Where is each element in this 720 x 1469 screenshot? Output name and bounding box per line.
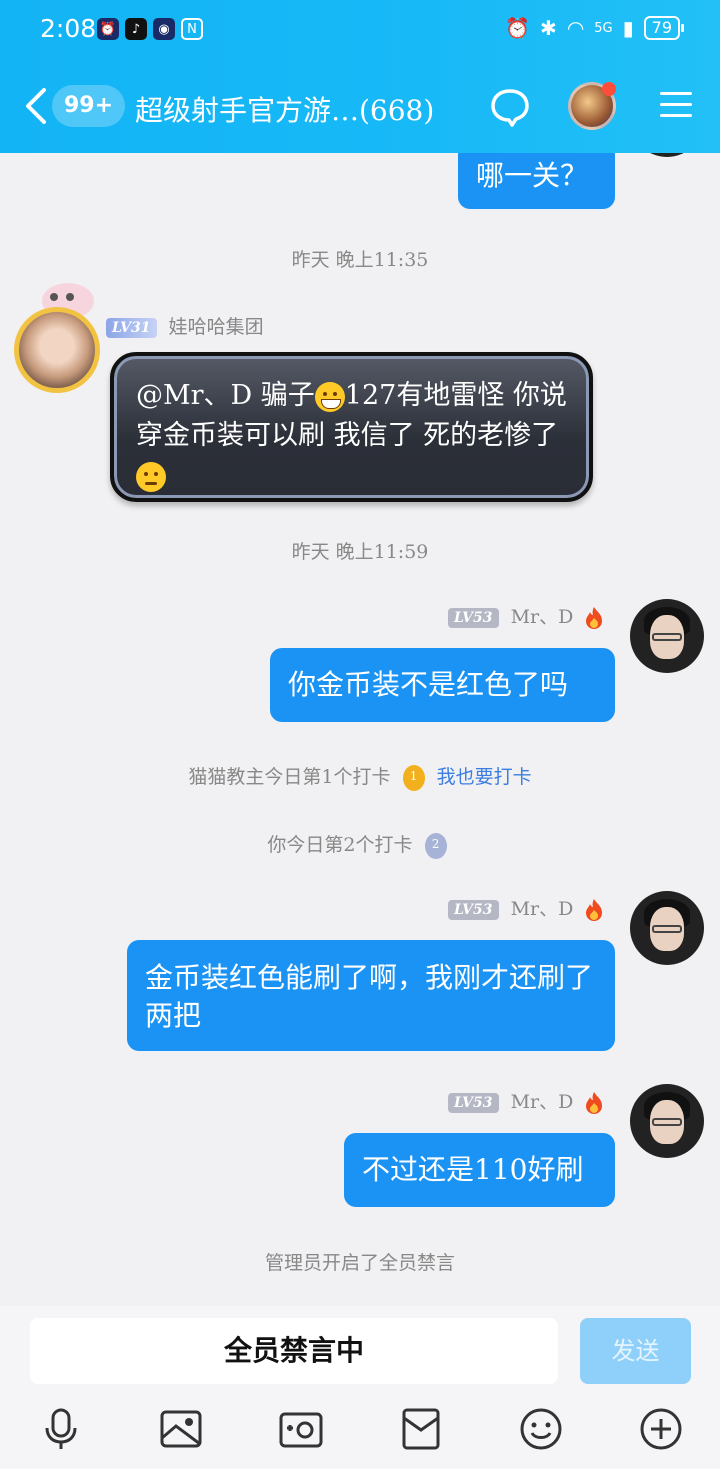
unread-count-badge[interactable]: 99+: [52, 85, 126, 127]
message-bubble[interactable]: 哪一关？: [458, 153, 615, 209]
message-bubble[interactable]: 你金币装不是红色了吗: [270, 648, 615, 722]
status-time: 2:08: [40, 14, 97, 43]
group-title[interactable]: 超级射手官方游…(668): [135, 89, 434, 129]
message-text: @Mr、D 骗子: [136, 380, 315, 411]
camera-icon[interactable]: [278, 1406, 324, 1452]
group-avatar[interactable]: [568, 82, 616, 130]
battery-icon: 79: [643, 16, 685, 40]
sender-name[interactable]: Mr、D: [511, 606, 574, 628]
message-text: 金币装红色能刷了啊，我刚才还刷了两把: [145, 961, 594, 1032]
microphone-icon[interactable]: [38, 1406, 84, 1452]
sender-name[interactable]: 娃哈哈集团: [169, 316, 264, 338]
fire-icon: [586, 1092, 603, 1114]
back-arrow-icon[interactable]: [22, 86, 52, 126]
wifi-icon: ◠: [566, 16, 585, 40]
notification-icons: ⏰ ♪ ◉ N: [97, 18, 203, 40]
app-notification-icon: ◉: [153, 18, 175, 40]
mute-notice: 管理员开启了全员禁言: [264, 1252, 455, 1274]
avatar[interactable]: [630, 599, 704, 673]
top-bar: 2:08 ⏰ ♪ ◉ N ⏰ ✱ ◠ 5G ▮ 79 99+ 超级射手官方游…(…: [0, 0, 720, 153]
system-indicators: ⏰ ✱ ◠ 5G ▮ 79: [505, 16, 685, 40]
checkin-notice: 猫猫教主今日第1个打卡 1 我也要打卡: [0, 762, 720, 791]
emoji-icon[interactable]: [518, 1406, 564, 1452]
red-packet-icon[interactable]: [398, 1406, 444, 1452]
fire-icon: [586, 899, 603, 921]
level-badge: LV53: [448, 608, 499, 628]
message-bubble[interactable]: 金币装红色能刷了啊，我刚才还刷了两把: [127, 940, 615, 1051]
signal-icon: ▮: [622, 16, 634, 40]
level-badge: LV53: [448, 900, 499, 920]
checkin-rank: 1: [409, 769, 418, 783]
checkin-rank: 2: [431, 837, 440, 851]
message-text: 你金币装不是红色了吗: [288, 668, 569, 701]
network-type: 5G: [594, 20, 613, 36]
message-bubble[interactable]: 不过还是110好刷: [344, 1133, 615, 1207]
tiktok-icon: ♪: [125, 18, 147, 40]
sender-info: LV53 Mr、D: [448, 602, 605, 630]
new-dot-badge: [602, 82, 616, 96]
level-badge: LV31: [106, 318, 157, 338]
input-toolbar: [0, 1406, 720, 1458]
medal-gold-icon: 1: [402, 765, 425, 791]
chat-bubble-icon[interactable]: [490, 87, 530, 127]
send-button[interactable]: 发送: [580, 1318, 691, 1384]
message-text: 不过还是110好刷: [362, 1153, 584, 1186]
checkin-text: 你今日第2个打卡: [267, 834, 413, 856]
grin-emoji-icon: [314, 381, 345, 412]
image-icon[interactable]: [158, 1406, 204, 1452]
plus-icon[interactable]: [638, 1406, 684, 1452]
sender-name[interactable]: Mr、D: [511, 898, 574, 920]
sender-info: LV31 娃哈哈集团: [106, 312, 264, 339]
nfc-icon: N: [181, 18, 203, 40]
sender-info: LV53 Mr、D: [448, 1087, 605, 1115]
avatar[interactable]: [630, 891, 704, 965]
sender-name[interactable]: Mr、D: [511, 1091, 574, 1113]
message-text: 哪一关？: [476, 159, 589, 192]
bluetooth-icon: ✱: [540, 16, 557, 40]
checkin-notice: 你今日第2个打卡 2: [0, 830, 720, 859]
level-badge: LV53: [448, 1093, 499, 1113]
alarm-app-icon: ⏰: [97, 18, 119, 40]
sender-info: LV53 Mr、D: [448, 894, 605, 922]
checkin-link[interactable]: 我也要打卡: [437, 766, 532, 788]
status-bar: 2:08 ⏰ ♪ ◉ N ⏰ ✱ ◠ 5G ▮ 79: [0, 0, 720, 62]
battery-level: 79: [651, 18, 672, 37]
chat-nav-bar: 99+ 超级射手官方游…(668): [0, 62, 720, 153]
timestamp: 昨天 晚上11:35: [291, 249, 429, 271]
fire-icon: [586, 607, 603, 629]
message-input[interactable]: 全员禁言中: [30, 1318, 558, 1384]
avatar[interactable]: [630, 1084, 704, 1158]
timestamp: 昨天 晚上11:59: [291, 541, 429, 563]
input-area: 全员禁言中 发送: [0, 1306, 720, 1469]
message-bubble[interactable]: @Mr、D 骗子 127有地雷怪 你说穿金币装可以刷 我信了 死的老惨了: [110, 352, 593, 502]
pensive-emoji-icon: [136, 461, 166, 492]
menu-icon[interactable]: [660, 92, 692, 118]
avatar[interactable]: [630, 153, 704, 157]
medal-silver-icon: 2: [424, 833, 447, 859]
alarm-icon: ⏰: [505, 16, 531, 40]
checkin-text: 猫猫教主今日第1个打卡: [188, 766, 391, 788]
avatar[interactable]: [14, 307, 100, 393]
